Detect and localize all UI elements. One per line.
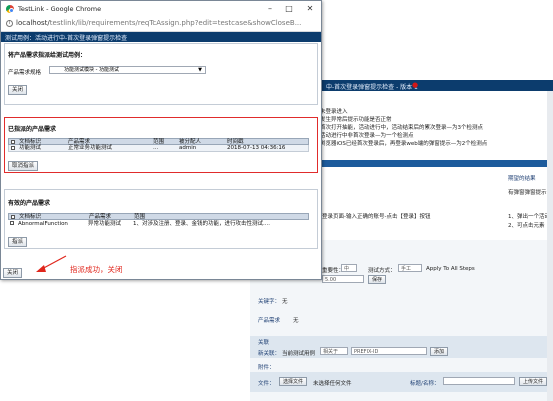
page-title-bar: 测试用例：活动进行中-首次登录弹窗提示检查 [1,32,321,42]
exec-type-label: 测试方式： [368,268,396,274]
row-scope: ... [153,145,159,151]
row-requirement[interactable]: 异常功能测试 [88,221,121,227]
spec-select-value: 功能测试模块 - 功能测试 [64,67,119,73]
row-checkbox[interactable] [10,221,14,225]
available-heading: 有效的产品需求 [8,200,51,207]
priority-select[interactable]: 中 [341,264,357,272]
assigned-requirements-section: 已指派的产品需求 文档标识 产品需求 范围 被分配人 时间戳 功能测试 正常业务… [4,117,318,173]
bullet-4: 活动进行中非首次登录—为一个检测点 [320,133,414,139]
background-header-bar: 中-首次登录弹窗提示检查 - 版本 1 [320,80,553,91]
background-left-pane [0,280,250,401]
expected-item-1: 1、弹出一个活动 [508,214,550,220]
background-bullets: 未登录进入 发生异常后提示功能是否正常 首次打开抽能，活动进行中，活动结束后的累… [320,108,550,148]
step-text: 登录页面-输入正确的账号-点击【登录】按钮 [322,214,431,220]
window-title: TestLink - Google Chrome [18,5,102,13]
assign-requirement-section: 将产品需求指派给测试用例： 产品需求规格 功能测试模块 - 功能测试 ▼ 关闭 [4,43,318,105]
assigned-table-header: 文档标识 产品需求 范围 被分配人 时间戳 [8,138,309,145]
window-titlebar[interactable]: TestLink - Google Chrome – □ ✕ [1,1,321,17]
upload-button[interactable]: 上传文件 [519,377,548,386]
row-timestamp: 2018-07-13 04:36:16 [227,145,286,151]
row-checkbox[interactable] [11,146,15,150]
background-blue-bar [320,160,553,167]
attachments-label: 附件： [258,365,275,371]
assigned-heading: 已指派的产品需求 [8,126,57,133]
info-icon[interactable]: i [6,20,13,27]
expected-header: 期望的结果 [508,176,536,182]
available-table-header: 文档标识 产品需求 范围 [8,213,309,220]
req-value: 无 [293,318,299,324]
close-button-top[interactable]: 关闭 [8,85,28,95]
req-label: 产品需求 [258,318,281,324]
close-button-bottom[interactable]: 关闭 [3,268,23,278]
prefix-id-field[interactable]: PREFIX-ID [351,347,427,355]
required-star-icon: ● [412,81,419,89]
assign-heading: 将产品需求指派给测试用例： [8,52,87,59]
minimize-icon[interactable]: – [263,2,277,15]
table-row[interactable]: 功能测试 正常业务功能测试 ... admin 2018-07-13 04:36… [8,145,309,152]
table-row[interactable]: AbnormalFunction 异常功能测试 1、对涉及注册、登录、金钱的功能… [8,220,309,228]
row-requirement[interactable]: 正常业务功能测试 [68,145,112,151]
row-doc-id: AbnormalFunction [18,221,68,227]
remove-assignment-button[interactable]: 取消指派 [8,161,39,171]
new-relation-label: 新关联： [258,351,281,357]
assign-button[interactable]: 指派 [8,237,28,247]
estimate-field[interactable]: 5.00 [322,275,364,283]
row-assignee: admin [179,145,197,151]
page-title: 测试用例：活动进行中-首次登录弹窗提示检查 [5,35,128,42]
title-name-label: 标题/名称： [410,381,440,387]
annotation-text: 指派成功，关闭 [70,265,123,274]
save-button[interactable]: 保存 [368,275,387,284]
available-table: 文档标识 产品需求 范围 AbnormalFunction 异常功能测试 1、对… [8,213,309,228]
chevron-down-icon: ▼ [198,67,202,73]
url-text[interactable]: localhost/testlink/lib/requirements/reqT… [16,19,301,27]
assigned-table: 文档标识 产品需求 范围 被分配人 时间戳 功能测试 正常业务功能测试 ... … [8,138,309,152]
spec-label: 产品需求规格 [8,70,42,76]
add-relation-button[interactable]: 添加 [430,347,449,356]
close-icon[interactable]: ✕ [303,2,317,15]
file-label: 文件： [258,381,275,387]
relations-label: 关联 [258,340,270,346]
exec-type-select[interactable]: 手工 [398,264,422,272]
maximize-icon[interactable]: □ [282,2,296,15]
available-requirements-section: 有效的产品需求 文档标识 产品需求 范围 AbnormalFunction 异常… [4,189,318,249]
spec-select[interactable]: 功能测试模块 - 功能测试 ▼ [49,66,206,74]
bullet-2: 发生异常后提示功能是否正常 [320,117,392,123]
background-header-text: 中-首次登录弹窗提示检查 - 版本 1 [326,84,418,91]
choose-file-button[interactable]: 选择文件 [279,377,308,386]
bullet-1: 未登录进入 [320,109,348,115]
bullet-3: 首次打开抽能，活动进行中，活动结束后的累次登录—为3个检测点 [320,125,484,131]
background-scrollbar[interactable] [547,91,553,401]
select-all-checkbox[interactable] [11,140,15,144]
bullet-5: 浏览器iOS已经首次登录后，再登录web端的弹窗提示—为2个检测点 [320,141,488,147]
keywords-label: 关键字： [258,299,281,305]
apply-all-steps-label: Apply To All Steps [426,266,475,272]
expected-text: 有弹窗弹窗提示， [508,190,553,196]
no-file-text: 未选择任何文件 [313,381,352,387]
keywords-value: 无 [282,299,288,305]
select-all-checkbox-available[interactable] [11,215,15,219]
new-relation-prefix: 当前测试用例 [282,351,316,357]
row-scope: 1、对涉及注册、登录、金钱的功能，进行攻击性测试.... [133,221,270,227]
url-path: testlink/lib/requirements/reqTcAssign.ph… [49,19,302,27]
url-host: localhost/ [16,19,50,27]
popup-window: TestLink - Google Chrome – □ ✕ i localho… [0,0,322,280]
address-bar[interactable]: i localhost/testlink/lib/requirements/re… [1,17,321,32]
expected-item-2: 2、可点击元素 [508,223,545,229]
chrome-icon [6,5,14,13]
title-name-field[interactable] [443,377,515,385]
relation-type-select[interactable]: 相关于 [320,347,348,355]
row-doc-id: 功能测试 [19,145,42,151]
